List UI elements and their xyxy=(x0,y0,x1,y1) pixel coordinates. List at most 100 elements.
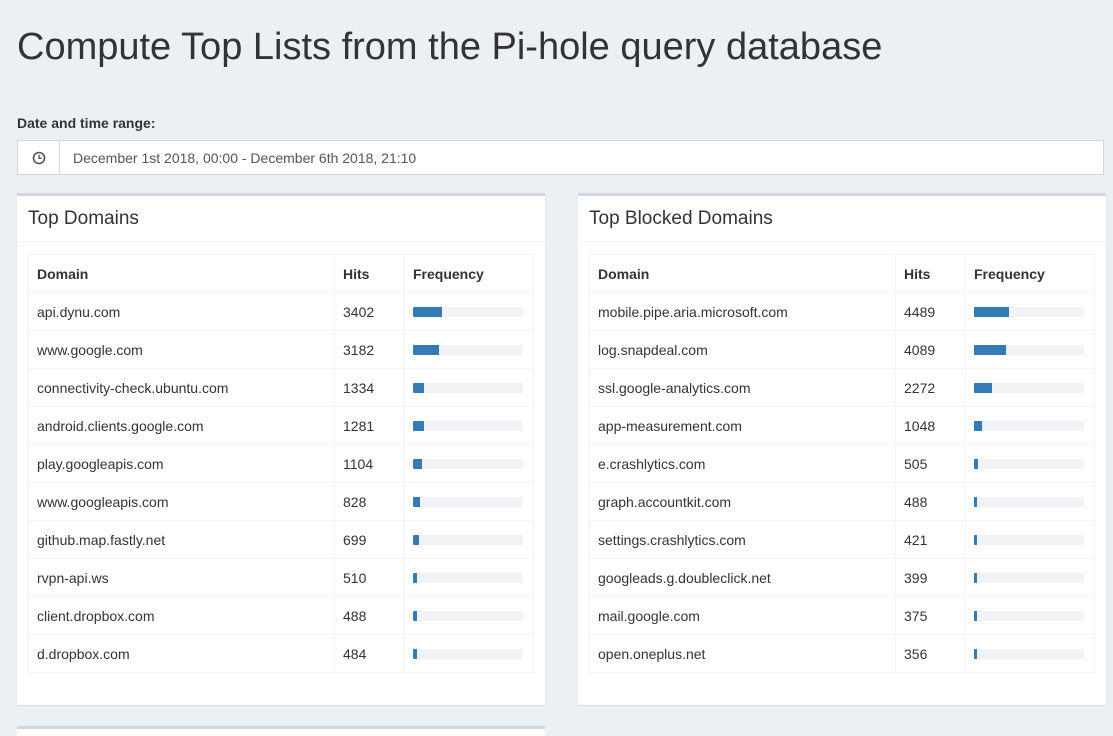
frequency-bar xyxy=(974,610,1084,621)
domain-cell: mail.google.com xyxy=(589,596,896,635)
domain-cell: github.map.fastly.net xyxy=(28,520,335,559)
frequency-bar-fill xyxy=(974,344,1006,355)
table-row: play.googleapis.com 1104 xyxy=(28,444,534,483)
frequency-bar xyxy=(974,572,1084,583)
frequency-bar-fill xyxy=(413,458,422,469)
table-row: googleads.g.doubleclick.net 399 xyxy=(589,558,1095,597)
table-row: mail.google.com 375 xyxy=(589,596,1095,635)
table-row: ssl.google-analytics.com 2272 xyxy=(589,368,1095,407)
frequency-bar-fill xyxy=(974,648,978,659)
frequency-cell xyxy=(965,596,1095,635)
frequency-bar-fill xyxy=(974,534,978,545)
frequency-cell xyxy=(404,520,534,559)
frequency-bar xyxy=(974,458,1084,469)
domain-cell: mobile.pipe.aria.microsoft.com xyxy=(589,292,896,331)
frequency-bar xyxy=(413,344,523,355)
frequency-cell xyxy=(965,444,1095,483)
next-box-edge xyxy=(17,726,545,736)
frequency-cell xyxy=(404,634,534,673)
hits-column-header[interactable]: Hits xyxy=(895,254,966,293)
frequency-bar xyxy=(974,420,1084,431)
frequency-bar-fill xyxy=(974,420,982,431)
domain-cell: app-measurement.com xyxy=(589,406,896,445)
table-row: client.dropbox.com 488 xyxy=(28,596,534,635)
frequency-bar xyxy=(974,648,1084,659)
frequency-bar-fill xyxy=(413,610,418,621)
frequency-bar xyxy=(413,648,523,659)
hits-cell: 356 xyxy=(895,634,966,673)
frequency-bar xyxy=(413,458,523,469)
hits-column-header[interactable]: Hits xyxy=(334,254,405,293)
domain-cell: play.googleapis.com xyxy=(28,444,335,483)
frequency-cell xyxy=(404,406,534,445)
frequency-column-header[interactable]: Frequency xyxy=(965,254,1095,293)
frequency-cell xyxy=(404,482,534,521)
frequency-bar xyxy=(974,534,1084,545)
hits-cell: 1048 xyxy=(895,406,966,445)
hits-cell: 488 xyxy=(895,482,966,521)
date-range-picker[interactable] xyxy=(17,140,1104,175)
domain-cell: e.crashlytics.com xyxy=(589,444,896,483)
frequency-bar xyxy=(413,610,523,621)
date-range-input[interactable] xyxy=(60,141,1103,174)
frequency-bar-fill xyxy=(413,344,440,355)
hits-cell: 399 xyxy=(895,558,966,597)
domain-column-header[interactable]: Domain xyxy=(589,254,896,293)
frequency-cell xyxy=(965,634,1095,673)
frequency-bar xyxy=(974,382,1084,393)
frequency-cell xyxy=(965,482,1095,521)
table-row: open.oneplus.net 356 xyxy=(589,634,1095,673)
frequency-bar xyxy=(413,496,523,507)
top-blocked-table: Domain Hits Frequency mobile.pipe.aria.m… xyxy=(589,254,1095,673)
frequency-bar-fill xyxy=(974,572,978,583)
domain-cell: d.dropbox.com xyxy=(28,634,335,673)
top-domains-table: Domain Hits Frequency api.dynu.com 3402 ww… xyxy=(28,254,534,673)
frequency-cell xyxy=(965,330,1095,369)
table-row: e.crashlytics.com 505 xyxy=(589,444,1095,483)
table-row: api.dynu.com 3402 xyxy=(28,292,534,331)
hits-cell: 4089 xyxy=(895,330,966,369)
table-header-row: Domain Hits Frequency xyxy=(28,254,534,293)
hits-cell: 1104 xyxy=(334,444,405,483)
frequency-cell xyxy=(965,406,1095,445)
frequency-cell xyxy=(404,292,534,331)
domain-cell: graph.accountkit.com xyxy=(589,482,896,521)
hits-cell: 2272 xyxy=(895,368,966,407)
frequency-bar-fill xyxy=(413,648,418,659)
hits-cell: 3402 xyxy=(334,292,405,331)
hits-cell: 510 xyxy=(334,558,405,597)
table-row: settings.crashlytics.com 421 xyxy=(589,520,1095,559)
frequency-bar-fill xyxy=(974,306,1010,317)
domain-column-header[interactable]: Domain xyxy=(28,254,335,293)
table-row: mobile.pipe.aria.microsoft.com 4489 xyxy=(589,292,1095,331)
frequency-bar xyxy=(974,344,1084,355)
frequency-cell xyxy=(965,368,1095,407)
table-row: d.dropbox.com 484 xyxy=(28,634,534,673)
frequency-bar-fill xyxy=(974,610,978,621)
table-row: www.googleapis.com 828 xyxy=(28,482,534,521)
top-blocked-header: Top Blocked Domains xyxy=(578,196,1106,242)
hits-cell: 375 xyxy=(895,596,966,635)
frequency-bar-fill xyxy=(413,306,442,317)
domain-cell: rvpn-api.ws xyxy=(28,558,335,597)
domain-cell: api.dynu.com xyxy=(28,292,335,331)
frequency-bar-fill xyxy=(413,420,424,431)
frequency-cell xyxy=(965,520,1095,559)
frequency-bar-fill xyxy=(974,382,992,393)
frequency-cell xyxy=(404,444,534,483)
table-row: app-measurement.com 1048 xyxy=(589,406,1095,445)
domain-cell: settings.crashlytics.com xyxy=(589,520,896,559)
hits-cell: 1334 xyxy=(334,368,405,407)
page-title: Compute Top Lists from the Pi-hole query… xyxy=(17,26,883,68)
table-header-row: Domain Hits Frequency xyxy=(589,254,1095,293)
frequency-cell xyxy=(404,558,534,597)
frequency-bar xyxy=(413,572,523,583)
frequency-cell xyxy=(965,558,1095,597)
frequency-column-header[interactable]: Frequency xyxy=(404,254,534,293)
clock-icon xyxy=(18,141,60,174)
hits-cell: 505 xyxy=(895,444,966,483)
hits-cell: 488 xyxy=(334,596,405,635)
hits-cell: 699 xyxy=(334,520,405,559)
table-row: graph.accountkit.com 488 xyxy=(589,482,1095,521)
top-domains-header: Top Domains xyxy=(17,196,545,242)
